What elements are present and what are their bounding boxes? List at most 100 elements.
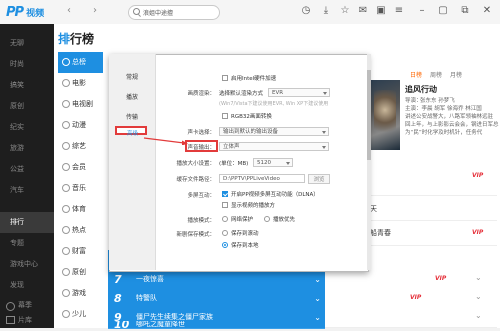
mode-network-radio[interactable] xyxy=(222,216,228,222)
sidebar-item[interactable]: 纪实 xyxy=(0,117,54,138)
category-item[interactable]: 电影 xyxy=(58,73,103,94)
cache-size-select[interactable]: 5120 xyxy=(253,158,293,167)
tab-transfer[interactable]: 传输 xyxy=(109,110,155,126)
sidebar-item[interactable]: 发现 xyxy=(0,275,54,296)
ranking-row[interactable]: 8 特警队 ⌄ xyxy=(108,289,325,309)
page-title: 排行榜 xyxy=(58,32,95,46)
synopsis-line: 为“民”时化学及时机针，任务代 xyxy=(405,130,483,136)
save-local-radio[interactable] xyxy=(222,242,228,248)
sidebar-item[interactable]: 公益 xyxy=(0,159,54,180)
close-icon[interactable]: ✕ xyxy=(481,5,493,17)
filter-weekly[interactable]: 周榜 xyxy=(430,70,442,79)
cache-path-input[interactable]: D:\PPTV\PPLiveVideo xyxy=(219,174,305,183)
maximize-icon[interactable]: ▢ xyxy=(437,5,449,17)
sidebar-item[interactable]: 旅游 xyxy=(0,138,54,159)
restore-icon[interactable]: ⧉ xyxy=(459,5,471,17)
rgb32-checkbox[interactable] xyxy=(222,113,228,119)
sound-card-select[interactable]: 输出到默认的输出设备 xyxy=(219,127,329,136)
highlight-box xyxy=(185,140,218,152)
chevron-down-icon: ⌄ xyxy=(475,311,482,320)
settings-nav xyxy=(109,54,156,270)
hw-accel-checkbox[interactable] xyxy=(222,75,228,81)
ranking-row-detail[interactable]: ⌄ xyxy=(325,308,497,328)
show-device-checkbox[interactable] xyxy=(222,202,228,208)
category-item[interactable]: 热点 xyxy=(58,220,103,241)
back-arrow-icon[interactable]: ‹ xyxy=(64,6,74,16)
sidebar-item[interactable]: 汽车 xyxy=(0,180,54,201)
category-item[interactable]: 电视剧 xyxy=(58,94,103,115)
category-item[interactable]: 体育 xyxy=(58,199,103,220)
season-icon xyxy=(6,302,15,311)
search-box[interactable]: 浪姐中途擅 xyxy=(128,5,220,20)
category-icon xyxy=(62,184,70,192)
dropdown-arrow-icon xyxy=(322,146,326,149)
forward-arrow-icon[interactable]: › xyxy=(90,6,100,16)
category-item[interactable]: 纪实 xyxy=(58,322,103,328)
sidebar-item[interactable]: 时尚 xyxy=(0,54,54,75)
category-item[interactable]: 原创 xyxy=(58,262,103,283)
sidebar-item[interactable]: 无聊 xyxy=(0,33,54,54)
synopsis-line: 回上年，与上影影云会会，钢进日军总 xyxy=(405,122,499,128)
render-select[interactable]: EVR xyxy=(268,88,330,97)
category-item[interactable]: 游戏 xyxy=(58,283,103,304)
list-item-title[interactable]: 船青春 xyxy=(370,228,391,238)
download-icon[interactable]: ⤓ xyxy=(320,5,332,17)
ranking-row-detail[interactable]: VIP ⌄ xyxy=(325,270,497,290)
sound-output-select[interactable]: 立体声 xyxy=(219,142,329,151)
history-icon[interactable]: ◷ xyxy=(300,5,312,17)
list-item-title[interactable]: 天 xyxy=(370,204,377,214)
sidebar-item[interactable]: 原创 xyxy=(0,96,54,117)
search-input[interactable]: 浪姐中途擅 xyxy=(143,8,173,17)
mode-playback-radio[interactable] xyxy=(264,216,270,222)
minimize-icon[interactable]: – xyxy=(416,5,428,17)
sound-card-label: 声卡选择： xyxy=(187,130,215,136)
sidebar-item-ranking[interactable]: 排行 xyxy=(0,212,54,233)
chevron-down-icon: ⌄ xyxy=(314,275,321,284)
ranking-row-detail[interactable]: VIP ⌄ xyxy=(325,289,497,309)
message-icon[interactable]: ✉ xyxy=(357,5,369,17)
browse-button[interactable]: 浏览 xyxy=(308,174,330,184)
director-names: 张东东 孙梦飞 xyxy=(420,98,455,104)
sidebar-item[interactable]: 搞笑 xyxy=(0,75,54,96)
app-logo[interactable]: PP 视频 xyxy=(6,4,44,20)
show-title[interactable]: 追风行动 xyxy=(405,84,437,95)
divider xyxy=(367,220,497,221)
ranking-row[interactable]: 7 一夜惊喜 ⌄ xyxy=(108,270,325,290)
category-item[interactable]: 综艺 xyxy=(58,136,103,157)
category-icon xyxy=(62,247,70,255)
multiscreen-label: 多屏互动： xyxy=(187,193,215,199)
category-item[interactable]: 动漫 xyxy=(58,115,103,136)
category-icon xyxy=(62,100,70,108)
filter-monthly[interactable]: 月榜 xyxy=(450,70,462,79)
category-item[interactable]: 音乐 xyxy=(58,178,103,199)
divider xyxy=(367,245,497,246)
category-icon xyxy=(62,226,70,234)
category-icon xyxy=(62,79,70,87)
tab-general[interactable]: 常规 xyxy=(109,70,155,86)
chevron-down-icon: ⌄ xyxy=(475,273,482,282)
sidebar-item[interactable]: 游戏中心 xyxy=(0,254,54,275)
dropdown-arrow-icon xyxy=(286,162,290,165)
category-item[interactable]: 会员 xyxy=(58,157,103,178)
vip-badge: VIP xyxy=(410,294,422,301)
tab-playback[interactable]: 播放 xyxy=(109,90,155,106)
play-mode-label: 播放模式： xyxy=(187,218,215,224)
favorite-icon[interactable]: ☆ xyxy=(339,5,351,17)
menu-icon[interactable]: ≡ xyxy=(393,5,405,17)
cache-unit: (单位：MB) xyxy=(219,161,249,167)
show-device-label: 显示视频的播放方 xyxy=(231,203,276,209)
save-local-label: 保存到本地 xyxy=(231,243,259,249)
category-icon xyxy=(62,121,70,129)
category-item[interactable]: 总榜 xyxy=(58,52,103,73)
category-item[interactable]: 财富 xyxy=(58,241,103,262)
tab-advanced[interactable]: 高级 xyxy=(115,126,147,137)
search-icon xyxy=(133,8,140,15)
filter-daily[interactable]: 日榜 xyxy=(410,70,422,79)
skin-icon[interactable]: ▣ xyxy=(375,5,387,17)
category-icon xyxy=(62,268,70,276)
dialog-scrollbar-thumb[interactable] xyxy=(367,70,371,160)
save-scroll-radio[interactable] xyxy=(222,230,228,236)
render-hint: (Win7/Vista下建议使用EVR, Win XP下建议使用 xyxy=(219,101,329,107)
sidebar-item[interactable]: 专题 xyxy=(0,233,54,254)
dlna-checkbox[interactable] xyxy=(222,191,228,197)
